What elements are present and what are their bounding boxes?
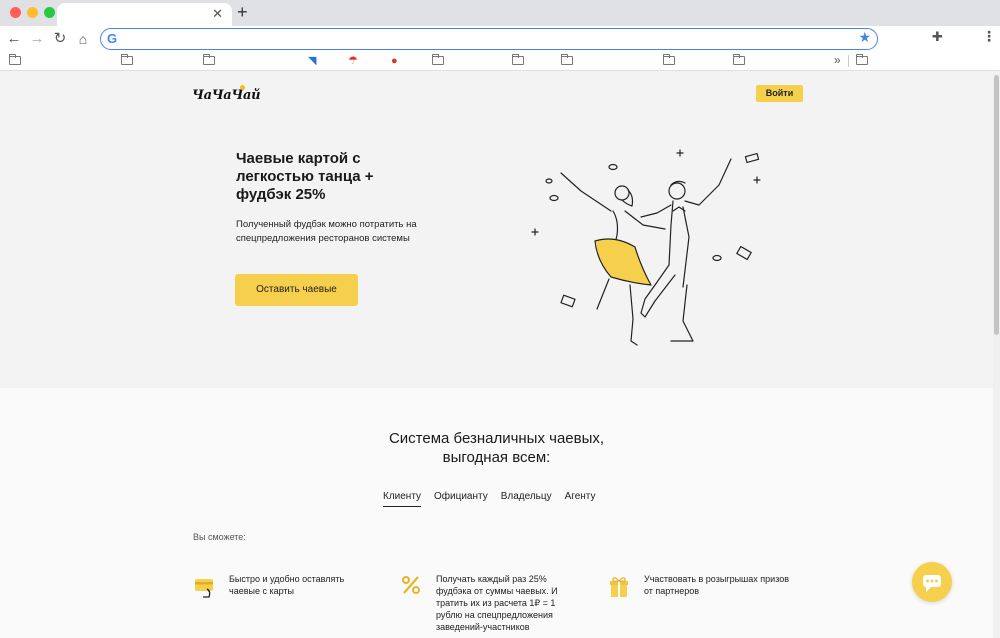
bookmarks-overflow[interactable]: » [834,53,841,67]
leave-tip-button[interactable]: Оставить чаевые [235,274,358,306]
bookmark-folder-icon[interactable] [663,54,675,65]
tab-client[interactable]: Клиенту [383,491,422,507]
browser-tab-bar: ✕ + [0,0,1000,26]
login-button[interactable]: Войти [756,85,803,102]
tab-owner[interactable]: Владельцу [501,491,552,507]
bookmark-folder-icon[interactable] [856,54,868,65]
back-icon[interactable]: ← [4,29,24,49]
section-title: Система безналичных чаевых, выгодная все… [300,429,693,467]
map-pin-icon[interactable]: ● [391,54,398,68]
tab-waiter[interactable]: Официанту [434,491,488,507]
benefits-label: Вы сможете: [193,532,246,542]
section-title-line1: Система безналичных чаевых, [388,430,605,447]
section-title-line2: выгодная всем: [442,449,551,466]
close-window-button[interactable] [10,7,21,18]
bookmark-folder-icon[interactable] [203,54,215,65]
feature-text: Участвовать в розыгрышах призов от партн… [644,574,790,596]
bookmark-folder-icon[interactable] [561,54,573,65]
dancing-couple-illustration [531,149,761,346]
hero-section: ЧаЧаЧай Войти Чаевые картой с легкостью … [0,71,993,388]
new-tab-icon[interactable]: + [237,2,248,22]
maximize-window-button[interactable] [44,7,55,18]
minimize-window-button[interactable] [27,7,38,18]
browser-menu-icon[interactable]: ⋮ [982,28,996,45]
bookmark-folder-icon[interactable] [733,54,745,65]
bookmark-favicon-icon[interactable]: ◥ [308,54,316,68]
forward-icon[interactable]: → [27,29,47,49]
hero-subtitle: Полученный фудбэк можно потратить на спе… [236,219,417,244]
reload-icon[interactable]: ↻ [50,29,70,49]
tab-close-icon[interactable]: ✕ [212,6,223,22]
card-icon [195,579,213,598]
address-bar[interactable]: G ★ [100,28,878,50]
page: ЧаЧаЧай Войти Чаевые картой с легкостью … [0,71,1000,638]
bookmarks-bar: ◥ ☂ ● » [0,52,1000,71]
percent-icon [402,576,420,594]
bookmarks-divider [848,55,849,67]
scrollbar-thumb[interactable] [994,75,999,335]
bookmark-folder-icon[interactable] [9,54,21,65]
chat-icon [923,575,941,592]
feature-text: Получать каждый раз 25% фудбэка от суммы… [436,574,558,632]
bookmark-star-icon[interactable]: ★ [858,29,871,46]
bookmark-folder-icon[interactable] [512,54,524,65]
chat-button[interactable] [912,562,952,602]
extensions-icon[interactable]: ✚ [932,29,943,45]
home-icon[interactable]: ⌂ [73,29,93,49]
audience-tabs: Клиенту Официанту Владельцу Агенту [383,491,596,507]
page-scrollbar[interactable] [993,71,1000,638]
tab-agent[interactable]: Агенту [565,491,596,507]
feature-text: Быстро и удобно оставлять чаевые с карты [229,574,345,596]
umbrella-icon[interactable]: ☂ [348,54,358,68]
logo-accent [240,85,245,90]
browser-tab[interactable]: ✕ [57,3,232,26]
google-icon: G [107,31,118,46]
browser-toolbar: ← → ↻ ⌂ G ★ [0,26,1000,52]
hero-title: Чаевые картой с легкостью танца + фудбэк… [236,150,374,203]
gift-icon [610,577,628,597]
bookmark-folder-icon[interactable] [121,54,133,65]
site-logo[interactable]: ЧаЧаЧай [192,88,261,103]
window-controls [10,7,55,18]
bookmark-folder-icon[interactable] [432,54,444,65]
